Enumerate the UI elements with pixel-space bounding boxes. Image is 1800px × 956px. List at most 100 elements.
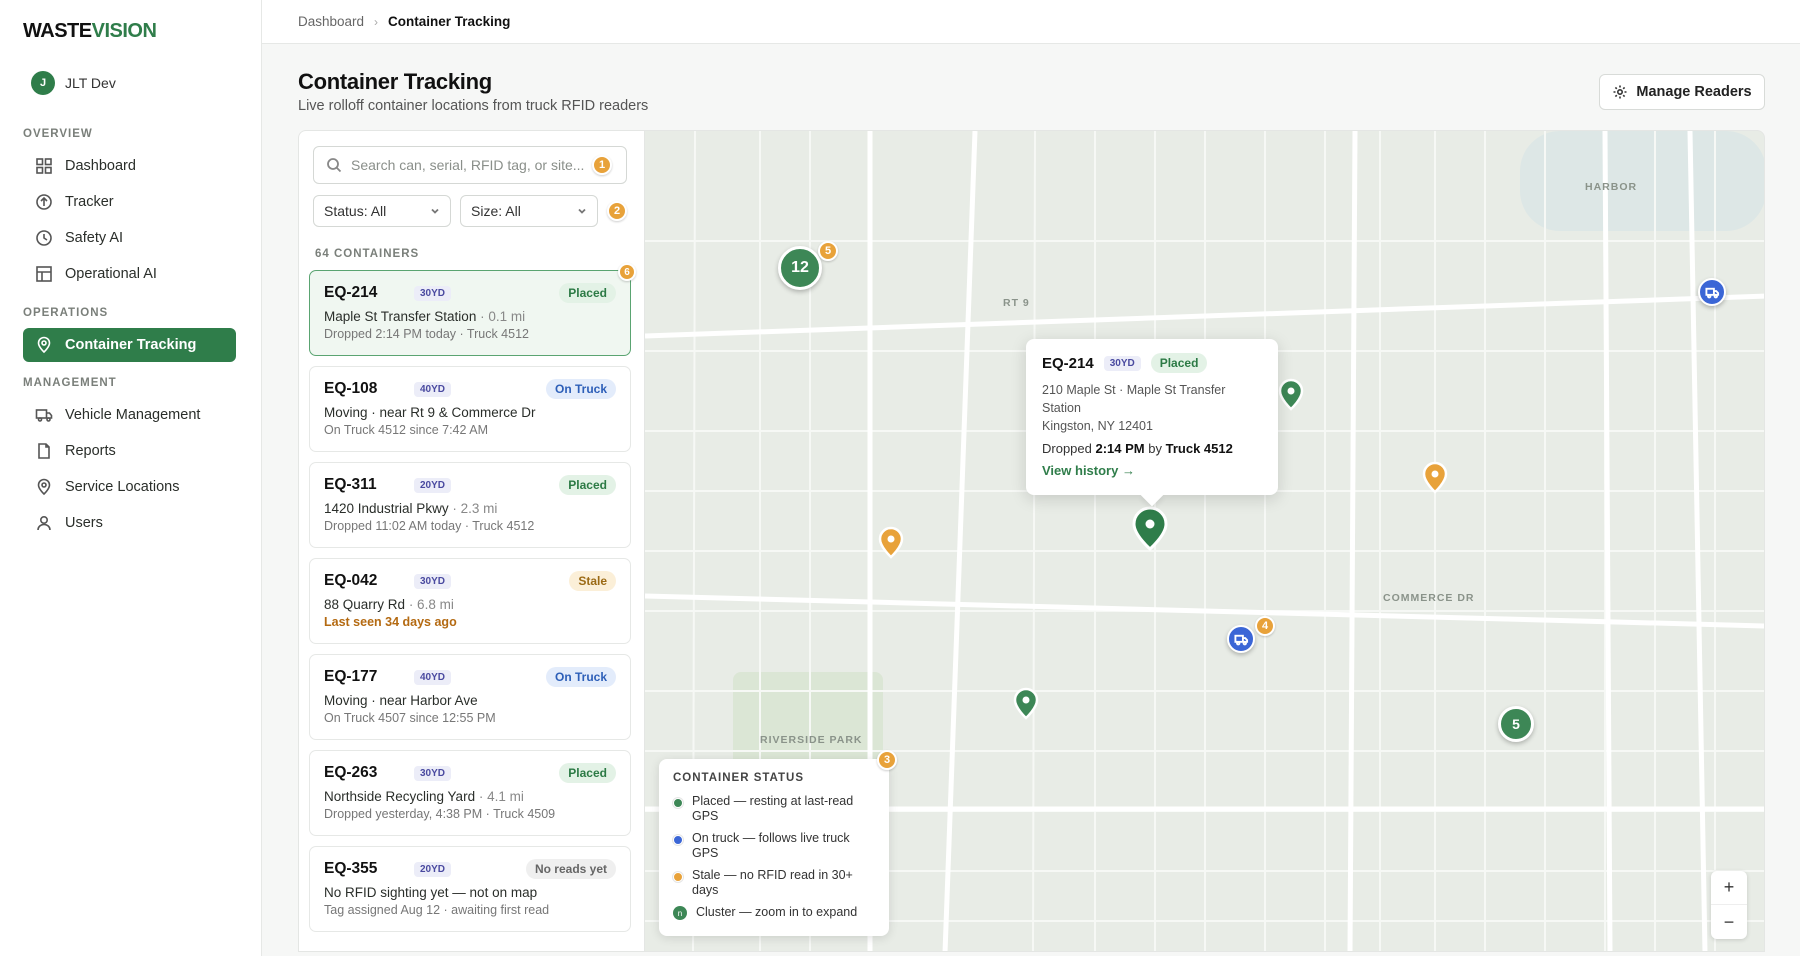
container-location: Northside Recycling Yard · 4.1 mi	[324, 789, 524, 804]
status-badge: Placed	[559, 763, 616, 783]
status-badge: On Truck	[545, 379, 616, 399]
sidebar-item-label: Vehicle Management	[65, 407, 201, 423]
chevron-right-icon: ›	[374, 14, 379, 29]
container-detail: Dropped 11:02 AM today · Truck 4512	[324, 519, 535, 533]
size-tag: 40YD	[414, 381, 452, 397]
sidebar-item-service-locations[interactable]: Service Locations	[23, 470, 236, 504]
status-badge: Placed	[559, 475, 616, 495]
user-profile[interactable]: J JLT Dev	[31, 71, 116, 95]
placed-container-pin[interactable]	[1012, 686, 1040, 720]
page-subtitle: Live rolloff container locations from tr…	[298, 98, 649, 114]
container-id: EQ-177	[324, 668, 378, 685]
truck-marker[interactable]	[1227, 625, 1255, 653]
size-tag: 30YD	[414, 573, 452, 589]
step-badge-6: 6	[618, 263, 636, 281]
search-input[interactable]: Search can, serial, RFID tag, or site...	[313, 146, 627, 184]
size-tag: 30YD	[414, 765, 452, 781]
truck-marker[interactable]	[1698, 278, 1726, 306]
selected-container-pin[interactable]	[1131, 505, 1169, 551]
chevron-down-icon	[578, 208, 586, 214]
container-id: EQ-263	[324, 764, 378, 781]
section-label-operations: OPERATIONS	[23, 307, 109, 319]
container-location: No RFID sighting yet — not on map	[324, 885, 538, 900]
sidebar-item-safety-ai[interactable]: Safety AI	[23, 221, 236, 255]
sidebar: WASTEVISION J JLT Dev OVERVIEW Dashboard…	[0, 0, 262, 956]
breadcrumb-current: Container Tracking	[388, 14, 511, 29]
container-map[interactable]: RT 9 HARBOR COMMERCE DR RIVERSIDE PARK 1…	[644, 130, 1765, 952]
truck-icon	[1233, 634, 1248, 645]
zoom-controls: + −	[1711, 871, 1747, 939]
manage-readers-label: Manage Readers	[1636, 84, 1752, 100]
manage-readers-button[interactable]: Manage Readers	[1599, 74, 1765, 110]
container-location: Moving · near Harbor Ave	[324, 693, 478, 708]
map-pin-icon	[37, 478, 51, 496]
chevron-down-icon	[431, 208, 439, 214]
section-label-management: MANAGEMENT	[23, 377, 117, 389]
container-card[interactable]: EQ-177 40YD On Truck Moving · near Harbor A…	[309, 654, 631, 740]
sidebar-item-label: Reports	[65, 443, 116, 459]
container-id: EQ-355	[324, 860, 378, 877]
container-list-panel: Search can, serial, RFID tag, or site...…	[298, 130, 644, 952]
size-tag: 40YD	[414, 669, 452, 685]
popup-size-tag: 30YD	[1103, 355, 1141, 371]
container-card[interactable]: EQ-311 20YD Placed 1420 Industrial Pkwy · 2…	[309, 462, 631, 548]
sidebar-item-vehicle-management[interactable]: Vehicle Management	[23, 398, 236, 432]
cluster-marker[interactable]: 5	[1498, 706, 1534, 742]
popup-status-badge: Placed	[1150, 353, 1208, 373]
container-card[interactable]: EQ-042 30YD Stale 88 Quarry Rd · 6.8 mi Last…	[309, 558, 631, 644]
status-badge: No reads yet	[525, 859, 616, 879]
sidebar-item-reports[interactable]: Reports	[23, 434, 236, 468]
container-count: 64 CONTAINERS	[315, 248, 420, 260]
breadcrumb-dashboard[interactable]: Dashboard	[298, 14, 364, 29]
status-badge: Placed	[559, 283, 616, 303]
arrow-up-circle-icon	[36, 194, 52, 210]
container-card[interactable]: EQ-108 40YD On Truck Moving · near Rt 9 & C…	[309, 366, 631, 452]
popup-drop-info: Dropped 2:14 PM by Truck 4512	[1042, 441, 1233, 456]
user-name: JLT Dev	[65, 75, 116, 91]
street-label-rt9: RT 9	[1003, 297, 1030, 309]
sidebar-item-label: Dashboard	[65, 158, 136, 174]
sidebar-item-label: Safety AI	[65, 230, 124, 246]
step-badge-2: 2	[607, 201, 627, 221]
size-filter-select[interactable]: Size: All	[460, 195, 598, 227]
placed-container-pin[interactable]	[1277, 377, 1305, 411]
container-card[interactable]: EQ-355 20YD No reads yet No RFID sighting y…	[309, 846, 631, 932]
container-popup: EQ-214 30YD Placed 210 Maple St · Maple …	[1026, 339, 1278, 495]
sidebar-item-label: Container Tracking	[65, 337, 197, 353]
sidebar-item-label: Tracker	[65, 194, 114, 210]
zoom-out-button[interactable]: −	[1711, 905, 1747, 939]
truck-icon	[35, 409, 53, 422]
size-tag: 30YD	[414, 285, 452, 301]
sidebar-item-users[interactable]: Users	[23, 506, 236, 540]
sidebar-item-label: Operational AI	[65, 266, 157, 282]
sidebar-item-operational-ai[interactable]: Operational AI	[23, 257, 236, 291]
container-id: EQ-108	[324, 380, 378, 397]
sidebar-item-container-tracking[interactable]: Container Tracking	[23, 328, 236, 362]
status-filter-select[interactable]: Status: All	[313, 195, 451, 227]
sidebar-item-tracker[interactable]: Tracker	[23, 185, 236, 219]
step-badge-5: 5	[818, 241, 838, 261]
gear-icon	[1613, 85, 1627, 99]
status-badge: Stale	[569, 571, 616, 591]
brand-logo[interactable]: WASTEVISION	[23, 20, 157, 43]
size-filter-value: Size: All	[471, 203, 521, 219]
size-tag: 20YD	[414, 477, 452, 493]
stale-container-pin[interactable]	[877, 525, 905, 559]
step-badge-3: 3	[877, 750, 897, 770]
container-id: EQ-311	[324, 476, 377, 493]
container-card[interactable]: EQ-263 30YD Placed Northside Recycling Yard…	[309, 750, 631, 836]
container-card[interactable]: EQ-214 30YD Placed Maple St Transfer Statio…	[309, 270, 631, 356]
area-label-harbor: HARBOR	[1585, 181, 1638, 193]
sidebar-item-dashboard[interactable]: Dashboard	[23, 149, 236, 183]
container-detail: Dropped 2:14 PM today · Truck 4512	[324, 327, 529, 341]
legend-item-on-truck: On truck — follows live truck GPS	[673, 831, 875, 861]
cluster-marker[interactable]: 12	[778, 246, 822, 290]
view-history-link[interactable]: View history →	[1042, 463, 1262, 478]
zoom-in-button[interactable]: +	[1711, 871, 1747, 905]
legend-item-placed: Placed — resting at last-read GPS	[673, 794, 875, 824]
avatar: J	[31, 71, 55, 95]
stale-container-pin[interactable]	[1421, 460, 1449, 494]
truck-icon	[1704, 287, 1719, 298]
container-detail: Tag assigned Aug 12 · awaiting first rea…	[324, 903, 550, 917]
container-id: EQ-042	[324, 572, 378, 589]
